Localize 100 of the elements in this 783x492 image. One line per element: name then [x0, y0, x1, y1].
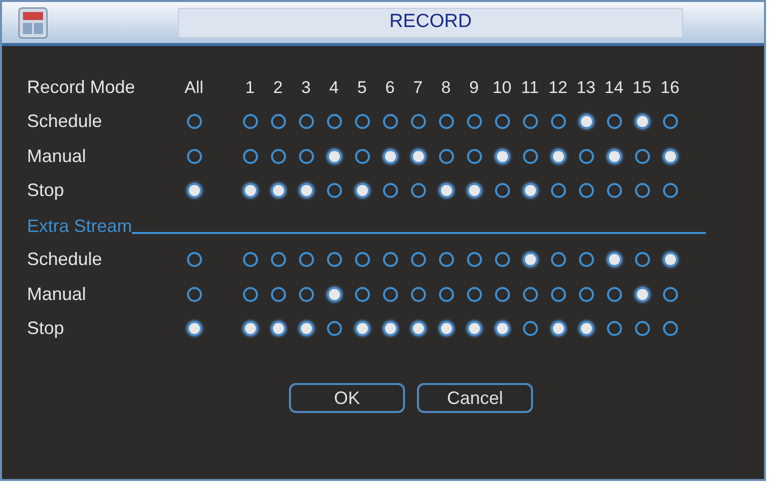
radio-button[interactable] [466, 114, 482, 130]
radio-button[interactable] [410, 114, 426, 130]
radio-button[interactable] [270, 114, 286, 130]
ok-button[interactable]: OK [289, 383, 405, 413]
radio-button[interactable] [634, 183, 650, 198]
radio-button[interactable] [466, 286, 482, 302]
radio-button[interactable] [494, 321, 510, 336]
radio-button[interactable] [298, 252, 314, 268]
radio-button[interactable] [186, 321, 202, 336]
radio-button[interactable] [494, 183, 510, 198]
radio-button[interactable] [466, 321, 482, 336]
radio-button[interactable] [606, 183, 622, 198]
radio-button[interactable] [410, 321, 426, 336]
radio-button[interactable] [354, 148, 370, 164]
radio-button[interactable] [634, 148, 650, 164]
radio-button[interactable] [242, 183, 258, 198]
radio-button[interactable] [522, 252, 538, 268]
radio-button[interactable] [382, 148, 398, 164]
radio-button[interactable] [354, 321, 370, 336]
radio-button[interactable] [410, 286, 426, 302]
radio-button[interactable] [326, 148, 342, 164]
radio-button[interactable] [550, 183, 566, 198]
radio-button[interactable] [242, 321, 258, 336]
radio-button[interactable] [354, 114, 370, 130]
radio-button[interactable] [382, 252, 398, 268]
radio-button[interactable] [662, 183, 678, 198]
radio-button[interactable] [438, 286, 454, 302]
radio-button[interactable] [578, 148, 594, 164]
radio-button[interactable] [662, 286, 678, 302]
radio-button[interactable] [354, 286, 370, 302]
radio-button[interactable] [326, 114, 342, 130]
radio-button[interactable] [354, 252, 370, 268]
radio-button[interactable] [578, 114, 594, 130]
radio-button[interactable] [522, 183, 538, 198]
radio-button[interactable] [522, 286, 538, 302]
radio-button[interactable] [326, 286, 342, 302]
radio-button[interactable] [494, 286, 510, 302]
radio-button[interactable] [606, 321, 622, 336]
radio-button[interactable] [410, 252, 426, 268]
radio-button[interactable] [662, 252, 678, 268]
cancel-button[interactable]: Cancel [417, 383, 533, 413]
radio-button[interactable] [382, 321, 398, 336]
radio-button[interactable] [298, 148, 314, 164]
radio-button[interactable] [186, 252, 202, 268]
radio-button[interactable] [382, 286, 398, 302]
radio-button[interactable] [242, 286, 258, 302]
radio-button[interactable] [186, 114, 202, 130]
radio-button[interactable] [438, 114, 454, 130]
radio-button[interactable] [494, 114, 510, 130]
radio-button[interactable] [550, 114, 566, 130]
radio-button[interactable] [522, 321, 538, 336]
radio-button[interactable] [326, 321, 342, 336]
radio-button[interactable] [522, 114, 538, 130]
radio-button[interactable] [606, 148, 622, 164]
radio-button[interactable] [494, 252, 510, 268]
radio-button[interactable] [550, 252, 566, 268]
radio-button[interactable] [466, 252, 482, 268]
radio-button[interactable] [466, 183, 482, 198]
radio-button[interactable] [634, 286, 650, 302]
radio-button[interactable] [270, 321, 286, 336]
radio-button[interactable] [186, 148, 202, 164]
radio-button[interactable] [186, 183, 202, 198]
radio-button[interactable] [634, 252, 650, 268]
radio-button[interactable] [578, 252, 594, 268]
radio-button[interactable] [298, 286, 314, 302]
radio-button[interactable] [494, 148, 510, 164]
radio-button[interactable] [634, 114, 650, 130]
radio-button[interactable] [410, 183, 426, 198]
radio-button[interactable] [270, 286, 286, 302]
radio-button[interactable] [242, 114, 258, 130]
radio-button[interactable] [438, 252, 454, 268]
radio-button[interactable] [382, 183, 398, 198]
radio-button[interactable] [522, 148, 538, 164]
radio-button[interactable] [634, 321, 650, 336]
radio-button[interactable] [298, 114, 314, 130]
radio-button[interactable] [550, 286, 566, 302]
radio-button[interactable] [354, 183, 370, 198]
radio-button[interactable] [270, 148, 286, 164]
radio-button[interactable] [410, 148, 426, 164]
radio-button[interactable] [606, 114, 622, 130]
radio-button[interactable] [270, 252, 286, 268]
radio-button[interactable] [606, 252, 622, 268]
radio-button[interactable] [326, 252, 342, 268]
radio-button[interactable] [438, 148, 454, 164]
radio-button[interactable] [550, 148, 566, 164]
radio-button[interactable] [382, 114, 398, 130]
radio-button[interactable] [242, 148, 258, 164]
radio-button[interactable] [550, 321, 566, 336]
radio-button[interactable] [466, 148, 482, 164]
radio-button[interactable] [186, 286, 202, 302]
radio-button[interactable] [242, 252, 258, 268]
radio-button[interactable] [662, 321, 678, 336]
radio-button[interactable] [298, 183, 314, 198]
radio-button[interactable] [438, 183, 454, 198]
radio-button[interactable] [298, 321, 314, 336]
radio-button[interactable] [606, 286, 622, 302]
radio-button[interactable] [578, 183, 594, 198]
radio-button[interactable] [438, 321, 454, 336]
radio-button[interactable] [578, 286, 594, 302]
radio-button[interactable] [662, 114, 678, 130]
